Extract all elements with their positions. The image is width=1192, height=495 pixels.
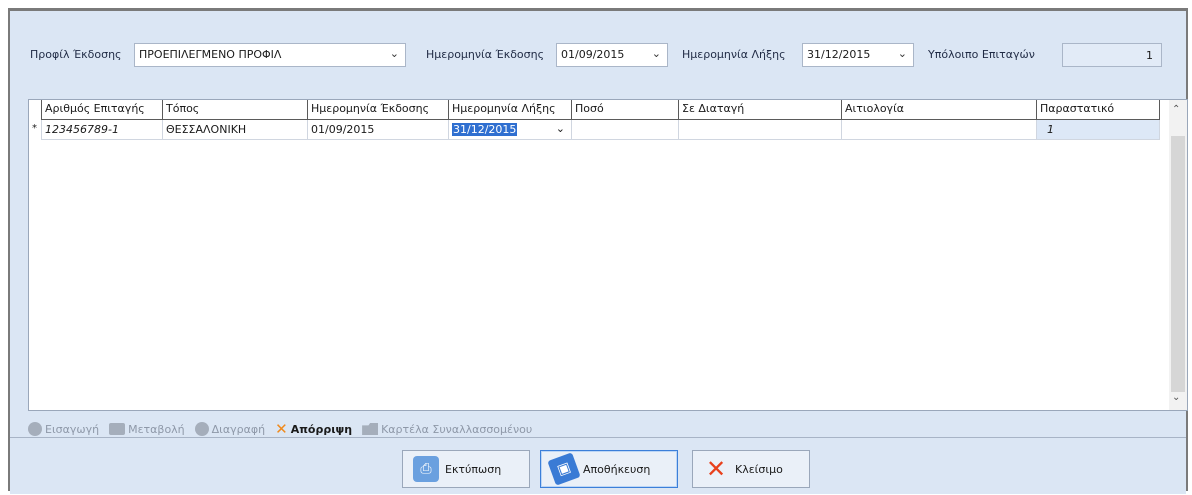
delete-label: Διαγραφή [211, 422, 266, 436]
vertical-scrollbar[interactable]: ⌃ ⌄ [1169, 100, 1187, 410]
issue-date-value: 01/09/2015 [561, 48, 625, 61]
save-icon: ▣ [547, 452, 581, 486]
profile-select[interactable]: ΠΡΟΕΠΙΛΕΓΜΕΝΟ ΠΡΟΦΙΛ ⌄ [134, 43, 406, 67]
scroll-thumb[interactable] [1171, 136, 1185, 392]
column-header[interactable]: Ποσό [571, 100, 679, 120]
cheque-dialog: Προφίλ Έκδοσης ΠΡΟΕΠΙΛΕΓΜΕΝΟ ΠΡΟΦΙΛ ⌄ Ημ… [8, 8, 1188, 494]
grid-actions: Εισαγωγή Μεταβολή Διαγραφή ✕ Απόρριψη Κα… [28, 419, 532, 439]
counterparty-card-label: Καρτέλα Συναλλασσομένου [381, 422, 533, 436]
edit-action[interactable]: Μεταβολή [109, 423, 185, 436]
column-header[interactable]: Αιτιολογία [841, 100, 1037, 120]
reject-label: Απόρριψη [290, 422, 353, 436]
amount-cell[interactable] [571, 120, 679, 140]
folder-icon [362, 423, 379, 435]
chevron-down-icon: ⌄ [389, 47, 399, 60]
close-label: Κλείσιμο [735, 462, 783, 476]
column-header[interactable]: Τόπος [162, 100, 308, 120]
issue-date-picker[interactable]: 01/09/2015 ⌄ [556, 43, 668, 67]
balance-field: 1 [1062, 43, 1162, 67]
reject-icon: ✕ [275, 420, 288, 438]
column-header[interactable]: Αριθμός Επιταγής [41, 100, 163, 120]
add-icon [28, 422, 42, 436]
printer-icon: ⎙ [413, 456, 439, 482]
button-bar: ⎙ Εκτύπωση ▣ Αποθήκευση ✕ Κλείσιμο [10, 437, 1186, 494]
filter-row: Προφίλ Έκδοσης ΠΡΟΕΠΙΛΕΓΜΕΝΟ ΠΡΟΦΙΛ ⌄ Ημ… [30, 43, 1180, 67]
profile-value: ΠΡΟΕΠΙΛΕΓΜΕΝΟ ΠΡΟΦΙΛ [139, 48, 282, 61]
table-row[interactable]: 123456789-1 ΘΕΣΣΑΛΟΝΙΚΗ 01/09/2015 31/12… [41, 120, 1160, 140]
profile-label: Προφίλ Έκδοσης [30, 48, 122, 61]
scroll-down-icon[interactable]: ⌄ [1172, 392, 1180, 403]
cheques-grid[interactable]: Αριθμός Επιταγής Τόπος Ημερομηνία Έκδοση… [28, 99, 1188, 411]
chevron-down-icon[interactable]: ⌄ [556, 122, 565, 135]
expiry-date-picker[interactable]: 31/12/2015 ⌄ [802, 43, 914, 67]
reason-cell[interactable] [841, 120, 1037, 140]
delete-action[interactable]: Διαγραφή [194, 422, 266, 436]
column-header[interactable]: Ημερομηνία Έκδοσης [307, 100, 449, 120]
edit-label: Μεταβολή [128, 422, 185, 436]
expiry-date-cell[interactable]: 31/12/2015 ⌄ [448, 120, 572, 140]
save-label: Αποθήκευση [583, 462, 651, 476]
close-button[interactable]: ✕ Κλείσιμο [692, 450, 810, 488]
document-cell[interactable]: 1 [1036, 120, 1160, 140]
expiry-date-value: 31/12/2015 [807, 48, 871, 61]
cheque-number-cell[interactable]: 123456789-1 [41, 120, 163, 140]
insert-action[interactable]: Εισαγωγή [28, 422, 99, 436]
print-label: Εκτύπωση [445, 462, 502, 476]
issue-date-cell[interactable]: 01/09/2015 [307, 120, 449, 140]
close-icon: ✕ [705, 455, 727, 483]
chevron-down-icon: ⌄ [897, 47, 907, 60]
scroll-up-icon[interactable]: ⌃ [1172, 104, 1180, 115]
place-cell[interactable]: ΘΕΣΣΑΛΟΝΙΚΗ [162, 120, 308, 140]
expiry-date-label: Ημερομηνία Λήξης [682, 48, 786, 61]
print-button[interactable]: ⎙ Εκτύπωση [402, 450, 530, 488]
balance-label: Υπόλοιπο Επιταγών [928, 48, 1035, 61]
reject-action[interactable]: ✕ Απόρριψη [275, 420, 352, 438]
grid-header: Αριθμός Επιταγής Τόπος Ημερομηνία Έκδοση… [41, 100, 1160, 120]
counterparty-card-action[interactable]: Καρτέλα Συναλλασσομένου [362, 423, 532, 436]
expiry-date-editor[interactable]: 31/12/2015 [452, 123, 518, 136]
chevron-down-icon: ⌄ [651, 47, 661, 60]
column-header[interactable]: Ημερομηνία Λήξης [448, 100, 572, 120]
save-button[interactable]: ▣ Αποθήκευση [540, 450, 678, 488]
issue-date-label: Ημερομηνία Έκδοσης [426, 48, 545, 61]
column-header[interactable]: Παραστατικό [1036, 100, 1160, 120]
new-row-marker: * [32, 123, 37, 134]
order-cell[interactable] [678, 120, 842, 140]
insert-label: Εισαγωγή [45, 422, 100, 436]
edit-icon [109, 423, 126, 435]
column-header[interactable]: Σε Διαταγή [678, 100, 842, 120]
delete-icon [194, 422, 209, 436]
